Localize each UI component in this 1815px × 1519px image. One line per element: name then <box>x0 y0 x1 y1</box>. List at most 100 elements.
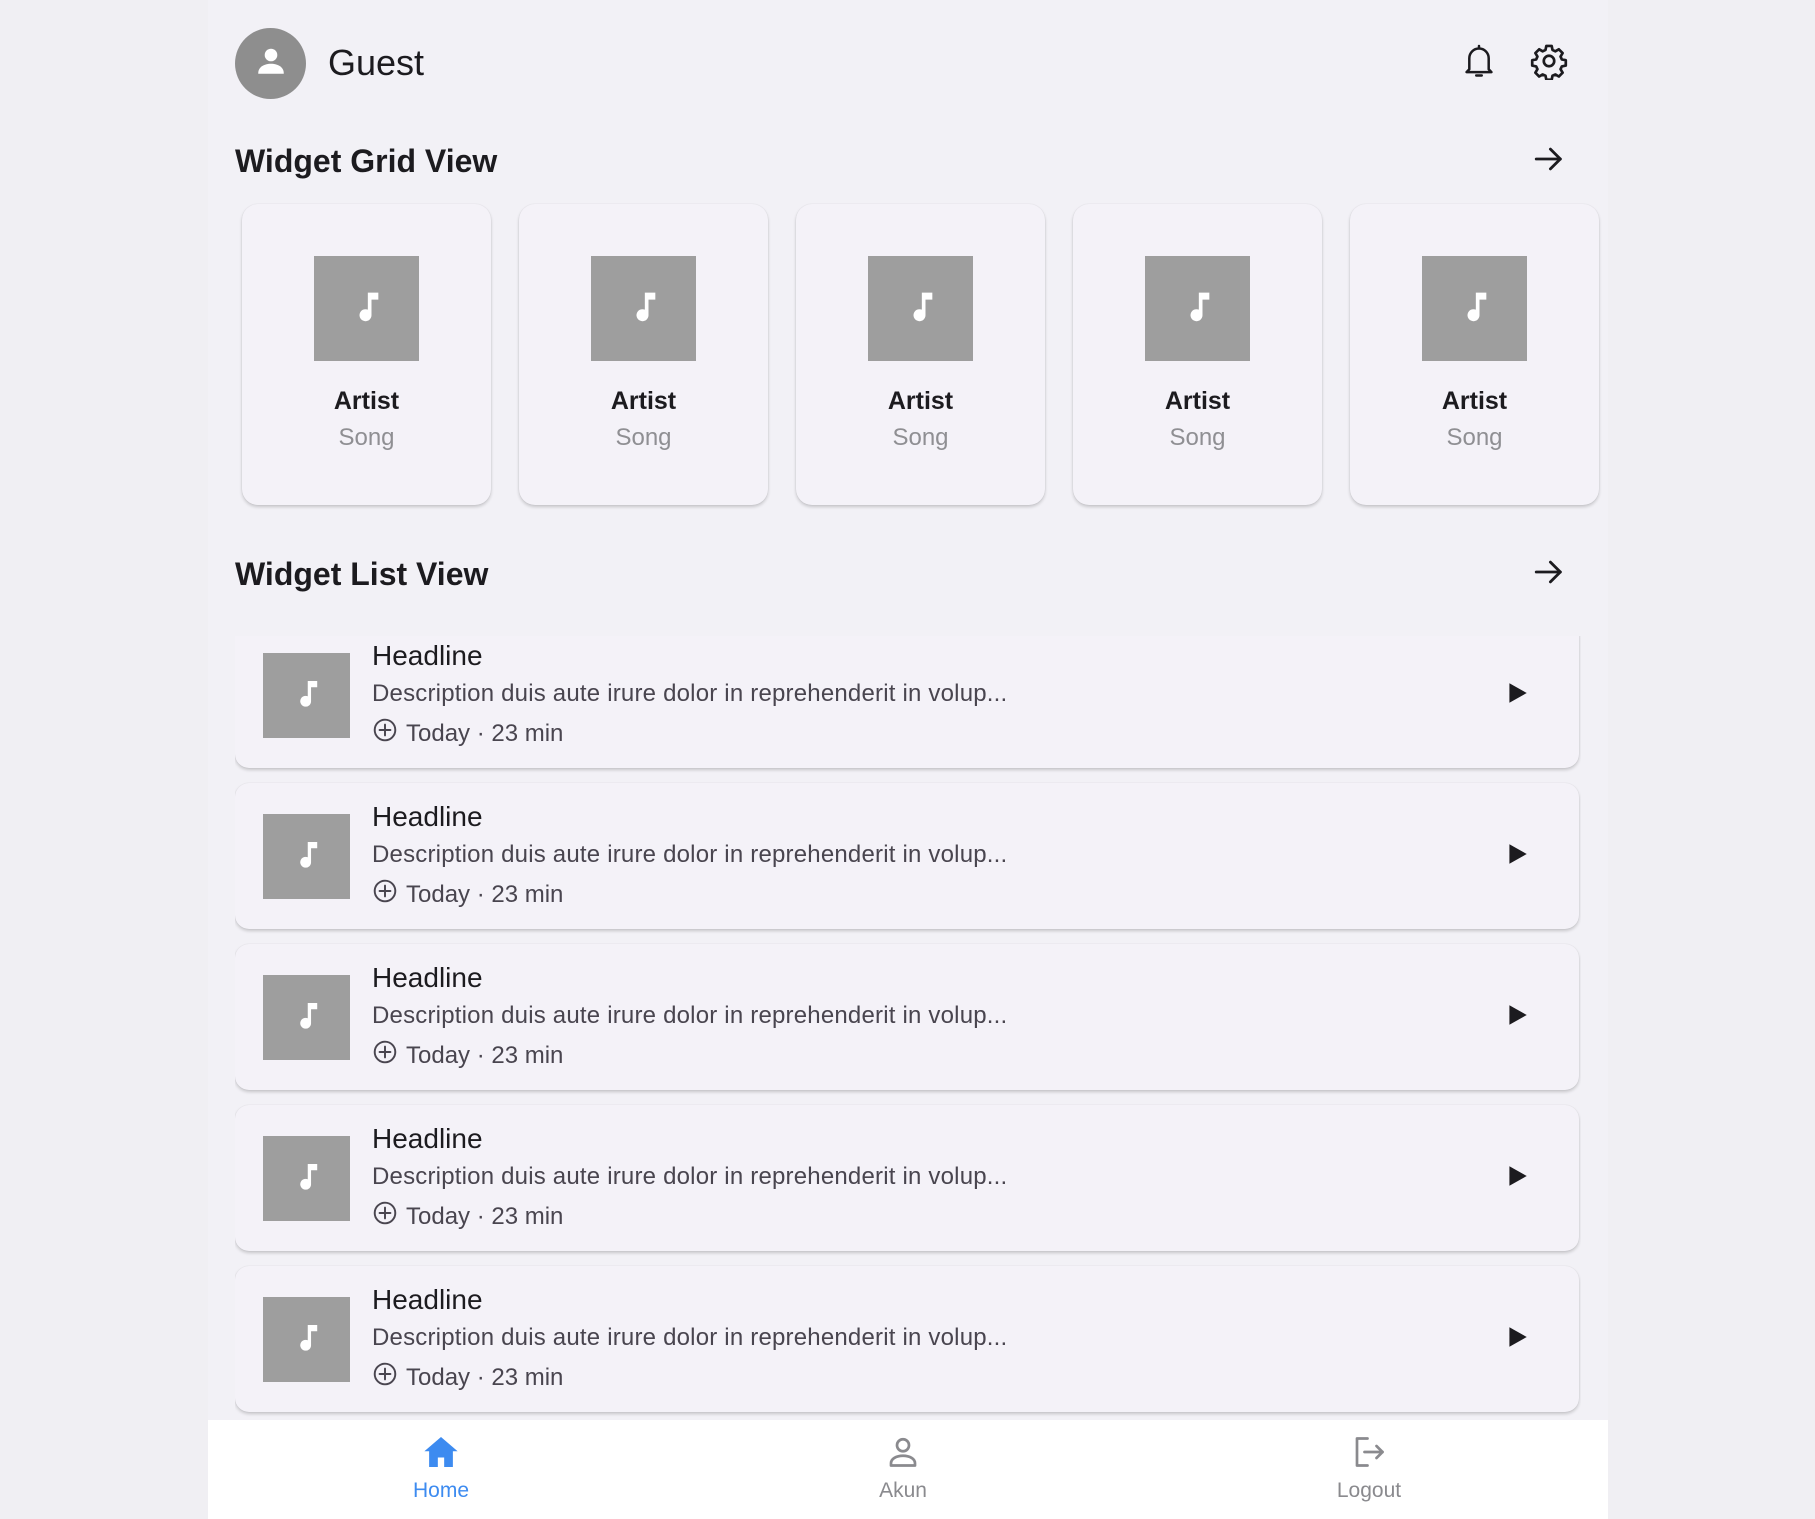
header: Guest <box>235 27 1581 99</box>
play-button[interactable] <box>1495 834 1539 878</box>
play-icon <box>1504 1002 1530 1033</box>
list-item-headline: Headline <box>372 640 483 671</box>
nav-label-akun: Akun <box>879 1479 927 1502</box>
grid-see-all-button[interactable] <box>1527 139 1571 183</box>
play-icon <box>1504 1324 1530 1355</box>
grid-card-thumbnail <box>868 256 973 361</box>
music-note-icon <box>624 286 664 331</box>
list-section-title: Widget List View <box>235 555 489 592</box>
list-item-meta: Today · 23 min <box>372 1039 1007 1073</box>
music-note-icon <box>289 836 325 877</box>
notifications-button[interactable] <box>1457 41 1501 85</box>
list-item-description: Description duis aute irure dolor in rep… <box>372 1324 1008 1351</box>
grid-card-artist: Artist <box>887 387 954 415</box>
music-note-icon <box>901 286 941 331</box>
avatar[interactable] <box>235 27 306 99</box>
list-item-headline: Headline <box>372 1123 483 1154</box>
list-item-description: Description duis aute irure dolor in rep… <box>372 680 1008 707</box>
list-item-text: Headline Description duis aute irure dol… <box>372 639 1007 751</box>
list-item[interactable]: Headline Description duis aute irure dol… <box>235 944 1579 1090</box>
list-item-text: Headline Description duis aute irure dol… <box>372 800 1007 912</box>
list-item-meta-text: Today · 23 min <box>406 1203 564 1230</box>
music-note-icon <box>289 997 325 1038</box>
play-icon <box>1504 841 1530 872</box>
bottom-navigation: Home Akun Logout <box>208 1420 1608 1519</box>
list-item-thumbnail <box>263 974 350 1060</box>
play-button[interactable] <box>1495 673 1539 717</box>
list-items: Headline Description duis aute irure dol… <box>235 636 1581 1420</box>
list-item[interactable]: Headline Description duis aute irure dol… <box>235 1105 1579 1251</box>
add-circle-icon[interactable] <box>372 1361 398 1395</box>
list-item-thumbnail <box>263 652 350 738</box>
music-note-icon <box>289 675 325 716</box>
list-item-text: Headline Description duis aute irure dol… <box>372 1283 1007 1395</box>
app-frame: Guest Widget Grid View Artist Song Artis… <box>208 0 1608 1519</box>
music-note-icon <box>289 1319 325 1360</box>
grid-card-song: Song <box>1446 424 1503 451</box>
list-item-description: Description duis aute irure dolor in rep… <box>372 1002 1008 1029</box>
grid-view: Artist Song Artist Song Artist Song Arti… <box>242 204 1599 505</box>
grid-card-artist: Artist <box>1441 387 1508 415</box>
add-circle-icon[interactable] <box>372 1200 398 1234</box>
grid-card[interactable]: Artist Song <box>1350 204 1599 505</box>
list-item-headline: Headline <box>372 801 483 832</box>
list-item-description: Description duis aute irure dolor in rep… <box>372 1163 1008 1190</box>
play-button[interactable] <box>1495 1156 1539 1200</box>
play-icon <box>1504 680 1530 711</box>
list-item-meta-text: Today · 23 min <box>406 881 564 908</box>
list-item[interactable]: Headline Description duis aute irure dol… <box>235 1266 1579 1412</box>
nav-item-home[interactable]: Home <box>341 1420 541 1519</box>
grid-card-artist: Artist <box>333 387 400 415</box>
grid-section-header: Widget Grid View <box>235 133 1581 189</box>
music-note-icon <box>347 286 387 331</box>
grid-card[interactable]: Artist Song <box>796 204 1045 505</box>
bell-icon <box>1462 43 1496 84</box>
nav-item-logout[interactable]: Logout <box>1269 1420 1469 1519</box>
grid-card-thumbnail <box>1422 256 1527 361</box>
grid-card-artist: Artist <box>1164 387 1231 415</box>
add-circle-icon[interactable] <box>372 878 398 912</box>
add-circle-icon[interactable] <box>372 717 398 751</box>
grid-card-thumbnail <box>591 256 696 361</box>
grid-card-song: Song <box>338 424 395 451</box>
gear-icon <box>1530 42 1568 85</box>
list-see-all-button[interactable] <box>1527 552 1571 596</box>
list-item-description: Description duis aute irure dolor in rep… <box>372 841 1008 868</box>
list-section-header: Widget List View <box>235 546 1581 602</box>
grid-card-song: Song <box>615 424 672 451</box>
grid-card[interactable]: Artist Song <box>519 204 768 505</box>
list-item-text: Headline Description duis aute irure dol… <box>372 1122 1007 1234</box>
list-item-headline: Headline <box>372 962 483 993</box>
nav-item-akun[interactable]: Akun <box>803 1420 1003 1519</box>
music-note-icon <box>1178 286 1218 331</box>
list-item-meta: Today · 23 min <box>372 1200 1007 1234</box>
list-item-text: Headline Description duis aute irure dol… <box>372 961 1007 1073</box>
settings-button[interactable] <box>1527 41 1571 85</box>
arrow-right-icon <box>1532 142 1566 181</box>
list-item[interactable]: Headline Description duis aute irure dol… <box>235 783 1579 929</box>
play-button[interactable] <box>1495 1317 1539 1361</box>
list-item-headline: Headline <box>372 1284 483 1315</box>
home-icon <box>422 1434 460 1475</box>
list-item-thumbnail <box>263 1296 350 1382</box>
list-item-meta-text: Today · 23 min <box>406 720 564 747</box>
music-note-icon <box>1455 286 1495 331</box>
add-circle-icon[interactable] <box>372 1039 398 1073</box>
grid-card-artist: Artist <box>610 387 677 415</box>
list-item-meta: Today · 23 min <box>372 1361 1007 1395</box>
grid-card[interactable]: Artist Song <box>242 204 491 505</box>
list-view[interactable]: Headline Description duis aute irure dol… <box>235 636 1581 1420</box>
list-item[interactable]: Headline Description duis aute irure dol… <box>235 636 1579 768</box>
list-item-meta-text: Today · 23 min <box>406 1042 564 1069</box>
nav-label-home: Home <box>412 1479 470 1502</box>
list-item-thumbnail <box>263 1135 350 1221</box>
play-button[interactable] <box>1495 995 1539 1039</box>
grid-card[interactable]: Artist Song <box>1073 204 1322 505</box>
nav-label-logout: Logout <box>1336 1479 1402 1502</box>
header-actions <box>1457 41 1571 85</box>
list-item-meta: Today · 23 min <box>372 878 1007 912</box>
play-icon <box>1504 1163 1530 1194</box>
person-outline-icon <box>884 1434 922 1475</box>
user-name: Guest <box>328 42 425 83</box>
music-note-icon <box>289 1158 325 1199</box>
